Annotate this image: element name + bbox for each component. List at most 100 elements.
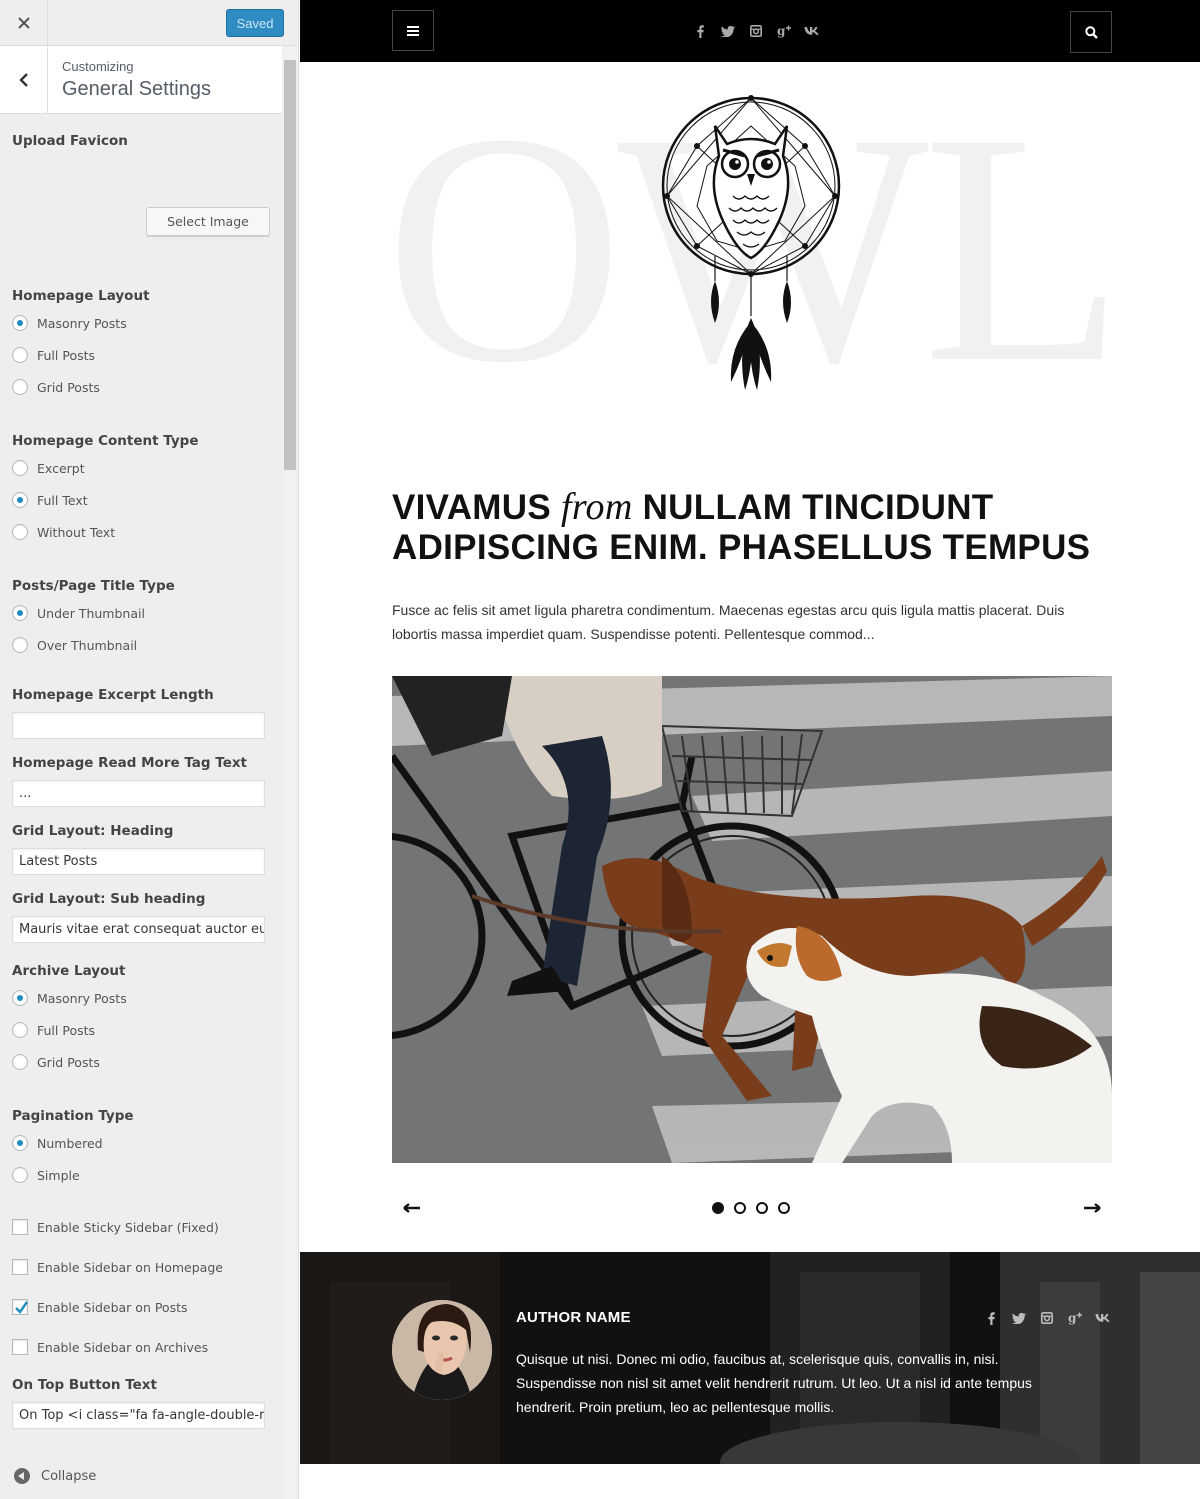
on-top-input[interactable]: On Top <i class="fa fa-angle-double-r	[12, 1402, 265, 1429]
checkbox[interactable]	[12, 1299, 28, 1315]
grid-subheading-input[interactable]: Mauris vitae erat consequat auctor eu	[12, 916, 265, 943]
excerpt-length-input[interactable]	[12, 712, 265, 739]
checkbox[interactable]	[12, 1339, 28, 1355]
slider-dot[interactable]	[778, 1202, 790, 1214]
radio-button[interactable]	[12, 492, 28, 508]
back-button[interactable]	[0, 46, 48, 114]
checkbox[interactable]	[12, 1219, 28, 1235]
twitter-icon[interactable]	[1011, 1308, 1027, 1328]
search-icon	[1084, 25, 1098, 39]
slider-prev-arrow-icon[interactable]	[400, 1198, 424, 1218]
close-button[interactable]	[0, 0, 48, 45]
radio-archive-full[interactable]: Full Posts	[12, 1022, 95, 1038]
radio-button[interactable]	[12, 605, 28, 621]
chevron-left-icon	[18, 73, 28, 87]
checkbox-sidebar-posts[interactable]: Enable Sidebar on Posts	[12, 1299, 188, 1315]
post-excerpt: Fusce ac felis sit amet ligula pharetra …	[392, 602, 1065, 642]
radio-button[interactable]	[12, 379, 28, 395]
radio-button[interactable]	[12, 347, 28, 363]
radio-button[interactable]	[12, 1054, 28, 1070]
radio-button[interactable]	[12, 1022, 28, 1038]
top-social-links: g	[692, 21, 820, 41]
content-type-label: Homepage Content Type	[12, 433, 199, 449]
author-photo	[392, 1300, 492, 1400]
slider-pagination	[712, 1202, 790, 1214]
svg-text:g: g	[1068, 1311, 1077, 1325]
radio-homepage-grid[interactable]: Grid Posts	[12, 379, 100, 395]
scrollbar-thumb[interactable]	[284, 60, 296, 470]
twitter-icon[interactable]	[720, 21, 736, 41]
grid-heading-input[interactable]: Latest Posts	[12, 848, 265, 875]
google-plus-icon[interactable]: g	[776, 21, 792, 41]
customizer-panel: Saved Customizing General Settings Uploa…	[0, 0, 299, 1499]
archive-layout-label: Archive Layout	[12, 963, 126, 979]
radio-content-without-text[interactable]: Without Text	[12, 524, 115, 540]
radio-pagination-numbered[interactable]: Numbered	[12, 1135, 103, 1151]
radio-title-over[interactable]: Over Thumbnail	[12, 637, 137, 653]
author-box: AUTHOR NAME g Quisque ut nisi. Donec mi …	[300, 1252, 1200, 1464]
slider-dot[interactable]	[734, 1202, 746, 1214]
radio-homepage-full[interactable]: Full Posts	[12, 347, 95, 363]
svg-text:g: g	[777, 24, 786, 38]
checkmark-icon	[15, 1301, 28, 1314]
vk-icon[interactable]	[804, 21, 820, 41]
bicycle-dogs-photo	[392, 676, 1112, 1163]
author-social-links: g	[983, 1308, 1111, 1328]
radio-button[interactable]	[12, 524, 28, 540]
checkbox-sidebar-archives[interactable]: Enable Sidebar on Archives	[12, 1339, 208, 1355]
title-part-1: VIVAMUS	[392, 488, 551, 527]
radio-title-under[interactable]: Under Thumbnail	[12, 605, 145, 621]
radio-content-excerpt[interactable]: Excerpt	[12, 460, 85, 476]
facebook-icon[interactable]	[692, 21, 708, 41]
collapse-button[interactable]: Collapse	[14, 1468, 96, 1484]
select-image-button[interactable]: Select Image	[146, 207, 270, 236]
section-title: General Settings	[62, 78, 211, 100]
author-name[interactable]: AUTHOR NAME	[516, 1309, 631, 1326]
hamburger-icon	[407, 25, 419, 36]
instagram-icon[interactable]	[748, 21, 764, 41]
title-italic: from	[561, 486, 633, 528]
site-logo-area: OWL	[300, 62, 1200, 450]
author-bio: Quisque ut nisi. Donec mi odio, faucibus…	[516, 1351, 1032, 1415]
title-type-label: Posts/Page Title Type	[12, 578, 175, 594]
radio-archive-masonry[interactable]: Masonry Posts	[12, 990, 127, 1006]
page-bottom	[300, 1464, 1200, 1499]
radio-pagination-simple[interactable]: Simple	[12, 1167, 80, 1183]
section-title-bar: Customizing General Settings	[0, 46, 282, 114]
checkbox-sidebar-homepage[interactable]: Enable Sidebar on Homepage	[12, 1259, 223, 1275]
favicon-label: Upload Favicon	[12, 133, 128, 149]
google-plus-icon[interactable]: g	[1067, 1308, 1083, 1328]
slider-next-arrow-icon[interactable]	[1080, 1198, 1104, 1218]
radio-button[interactable]	[12, 1135, 28, 1151]
post-title[interactable]: VIVAMUS from NULLAM TINCIDUNT ADIPISCING…	[392, 487, 1112, 568]
homepage-layout-label: Homepage Layout	[12, 288, 150, 304]
facebook-icon[interactable]	[983, 1308, 999, 1328]
read-more-input[interactable]: ...	[12, 780, 265, 807]
slider-dot[interactable]	[712, 1202, 724, 1214]
slider-dot[interactable]	[756, 1202, 768, 1214]
radio-button[interactable]	[12, 637, 28, 653]
vk-icon[interactable]	[1095, 1308, 1111, 1328]
instagram-icon[interactable]	[1039, 1308, 1055, 1328]
collapse-icon	[14, 1468, 30, 1484]
radio-content-full-text[interactable]: Full Text	[12, 492, 88, 508]
avatar[interactable]	[392, 1300, 492, 1400]
saved-button[interactable]: Saved	[226, 9, 284, 37]
radio-button[interactable]	[12, 460, 28, 476]
radio-archive-grid[interactable]: Grid Posts	[12, 1054, 100, 1070]
excerpt-length-label: Homepage Excerpt Length	[12, 687, 214, 703]
radio-button[interactable]	[12, 990, 28, 1006]
checkbox-sticky-sidebar[interactable]: Enable Sticky Sidebar (Fixed)	[12, 1219, 219, 1235]
grid-heading-label: Grid Layout: Heading	[12, 823, 174, 839]
radio-button[interactable]	[12, 315, 28, 331]
checkbox[interactable]	[12, 1259, 28, 1275]
top-bar: g	[300, 0, 1200, 62]
grid-subheading-label: Grid Layout: Sub heading	[12, 891, 206, 907]
post-featured-image[interactable]	[392, 676, 1112, 1163]
owl-dreamcatcher-logo[interactable]	[655, 86, 845, 398]
title-part-2: NULLAM TINCIDUNT	[642, 488, 994, 527]
search-button[interactable]	[1070, 11, 1112, 53]
radio-homepage-masonry[interactable]: Masonry Posts	[12, 315, 127, 331]
menu-button[interactable]	[392, 10, 434, 51]
radio-button[interactable]	[12, 1167, 28, 1183]
